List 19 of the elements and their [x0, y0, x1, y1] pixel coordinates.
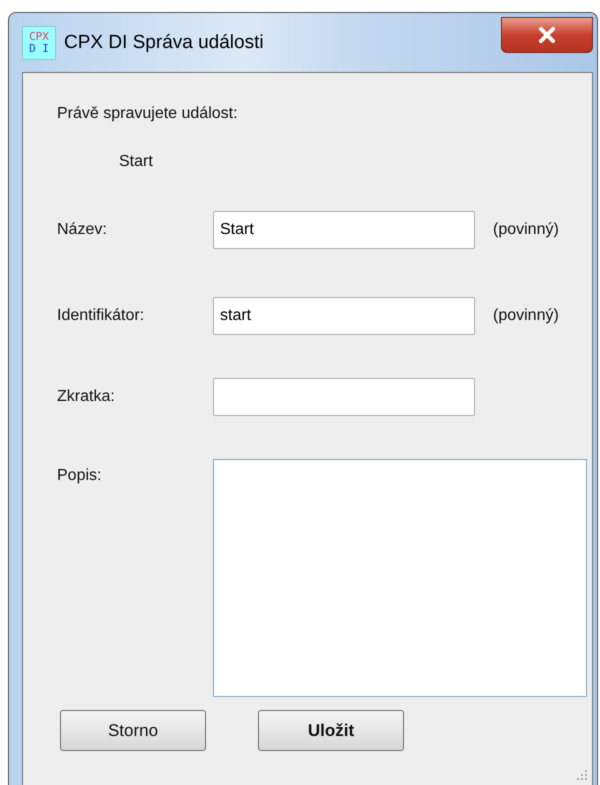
close-button[interactable]: [501, 17, 593, 53]
window-title: CPX DI Správa události: [64, 32, 264, 54]
required-note: (povinný): [493, 307, 560, 325]
save-button[interactable]: Uložit: [258, 710, 404, 751]
app-icon: CPX D I: [22, 26, 56, 60]
field-label: Identifikátor:: [57, 307, 146, 325]
required-note: (povinný): [493, 221, 560, 239]
cancel-button[interactable]: Storno: [60, 710, 206, 751]
input-field[interactable]: start: [213, 297, 475, 335]
field-label: Název:: [57, 221, 108, 239]
current-event: Start: [119, 153, 154, 171]
field-label: Popis:: [57, 466, 102, 485]
close-icon: [538, 27, 556, 43]
input-field[interactable]: [213, 378, 475, 416]
resize-grip-icon[interactable]: [576, 769, 588, 781]
field-label: Zkratka:: [57, 388, 116, 406]
description-field[interactable]: [213, 459, 587, 697]
intro-text: Právě spravujete událost:: [57, 105, 239, 123]
input-field[interactable]: Start: [213, 211, 475, 249]
